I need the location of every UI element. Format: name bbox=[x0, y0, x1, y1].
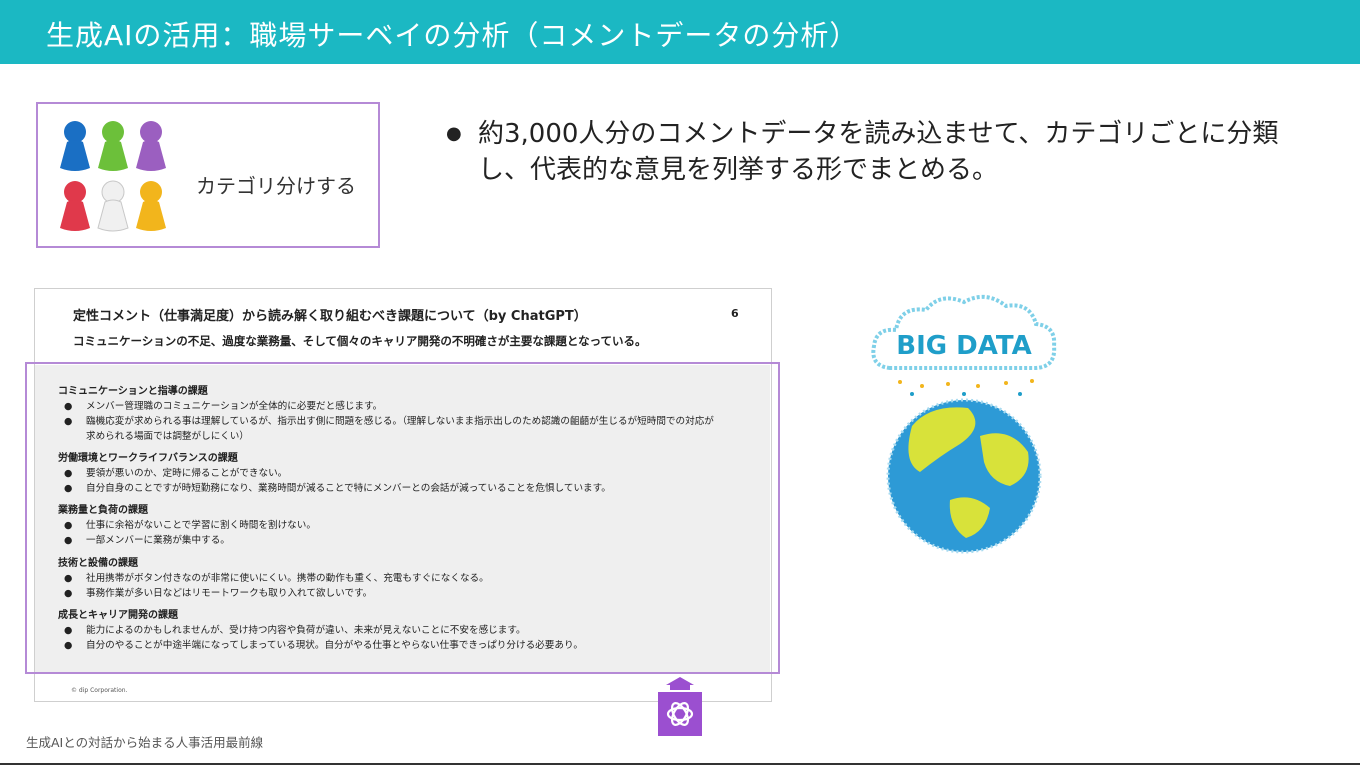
yellow-pawn-icon bbox=[136, 181, 166, 231]
category-illustration-box: カテゴリ分けする bbox=[36, 102, 380, 248]
up-arrow-icon bbox=[666, 677, 694, 685]
green-pawn-icon bbox=[98, 121, 128, 171]
page-title: 生成AIの活用：職場サーベイの分析（コメントデータの分析） bbox=[46, 19, 859, 52]
slide-page-number: 6 bbox=[731, 307, 739, 320]
up-arrow-stem bbox=[670, 685, 690, 690]
big-data-label: BIG DATA bbox=[896, 331, 1031, 361]
slide-copyright: © dip Corporation. bbox=[71, 687, 128, 694]
category-label: カテゴリ分けする bbox=[196, 174, 356, 198]
slide-subtitle: コミュニケーションの不足、過度な業務量、そして個々のキャリア開発の不明確さが主要… bbox=[73, 334, 647, 348]
footer-text: 生成AIとの対話から始まる人事活用最前線 bbox=[26, 735, 264, 750]
purple-pawn-icon bbox=[136, 121, 166, 171]
red-pawn-icon bbox=[60, 181, 90, 231]
white-pawn-icon bbox=[97, 180, 129, 232]
bullet-text: 約3,000人分のコメントデータを読み込ませて、カテゴリごとに分類し、代表的な意… bbox=[478, 119, 1279, 185]
big-data-globe-illustration: BIG DATA bbox=[871, 294, 1057, 554]
slide-title: 定性コメント（仕事満足度）から読み解く取り組むべき課題について（by ChatG… bbox=[73, 309, 587, 324]
bullet-marker: ● bbox=[446, 123, 462, 144]
blue-pawn-icon bbox=[60, 121, 90, 171]
header-bar: 生成AIの活用：職場サーベイの分析（コメントデータの分析） bbox=[0, 0, 1360, 64]
globe-icon bbox=[886, 398, 1042, 554]
chatgpt-logo-icon bbox=[658, 692, 702, 736]
data-rain bbox=[898, 379, 1034, 396]
highlight-frame bbox=[25, 362, 780, 674]
